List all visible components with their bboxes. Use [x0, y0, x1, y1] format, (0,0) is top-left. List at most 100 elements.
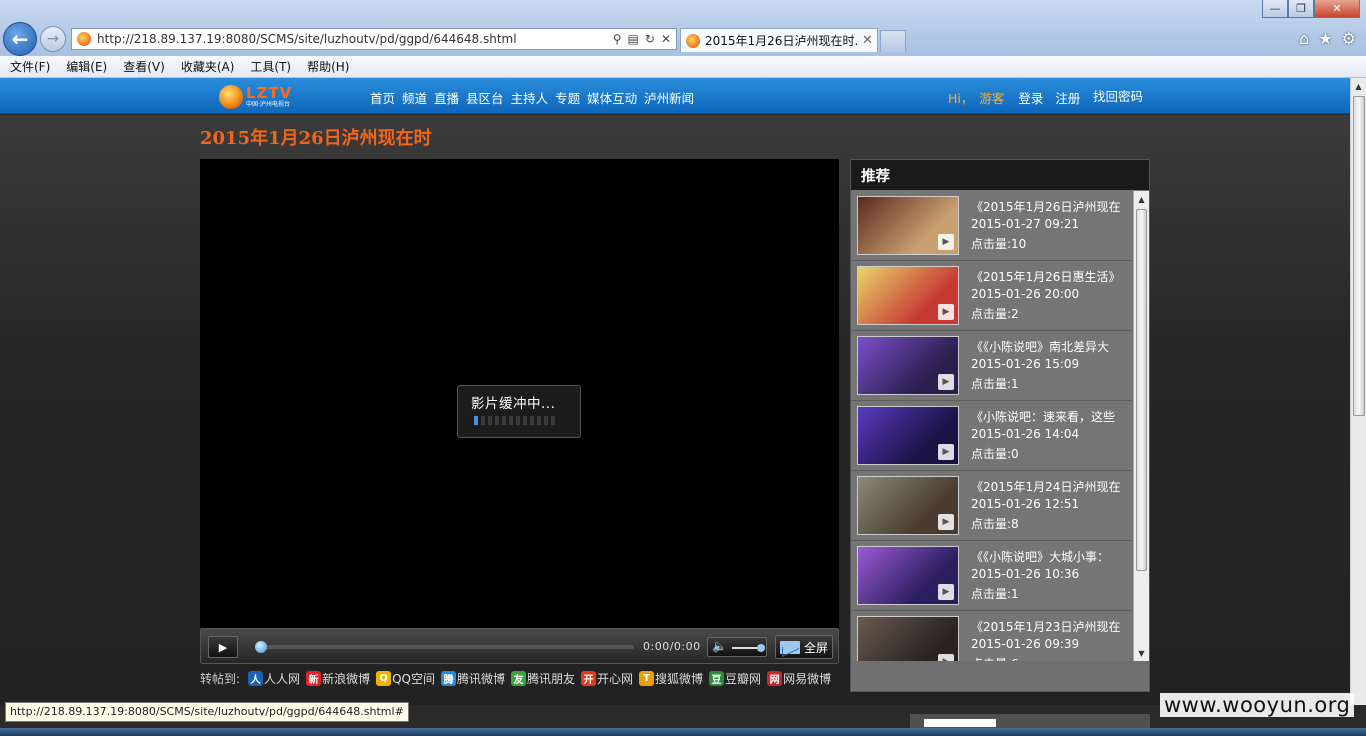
menu-edit[interactable]: 编辑(E) — [66, 58, 107, 75]
share-item[interactable]: 豆豆瓣网 — [709, 670, 761, 687]
scroll-thumb[interactable] — [1136, 209, 1147, 571]
progress-handle[interactable] — [255, 641, 267, 653]
video-thumbnail[interactable]: ▶ — [857, 406, 959, 465]
nav-topics[interactable]: 专题 — [555, 88, 580, 107]
menu-help[interactable]: 帮助(H) — [307, 58, 349, 75]
nav-hosts[interactable]: 主持人 — [511, 88, 549, 107]
menu-favorites[interactable]: 收藏夹(A) — [181, 58, 235, 75]
recommend-title[interactable]: 《小陈说吧：速来看，这些 — [971, 408, 1129, 425]
address-url[interactable]: http://218.89.137.19:8080/SCMS/site/luzh… — [97, 32, 613, 46]
recommend-title[interactable]: 《2015年1月24日泸州现在 — [971, 478, 1129, 495]
recommend-item[interactable]: ▶ 《《小陈说吧》大城小事： 2015-01-26 10:36 点击量:1 — [851, 541, 1132, 611]
scroll-up-arrow-icon[interactable]: ▲ — [1134, 191, 1149, 207]
share-item[interactable]: 友腾讯朋友 — [511, 670, 575, 687]
forward-button[interactable]: → — [40, 26, 66, 52]
share-icon: Q — [376, 670, 392, 686]
back-button[interactable]: ← — [3, 22, 37, 56]
menu-view[interactable]: 查看(V) — [123, 58, 165, 75]
video-thumbnail[interactable]: ▶ — [857, 546, 959, 605]
play-icon: ▶ — [938, 584, 954, 600]
video-thumbnail[interactable]: ▶ — [857, 336, 959, 395]
logo-ball-icon — [219, 84, 243, 109]
recommend-title[interactable]: 《《小陈说吧》南北差异大 — [971, 338, 1129, 355]
video-thumbnail[interactable]: ▶ — [857, 196, 959, 255]
watermark: www.wooyun.org — [1160, 693, 1355, 717]
tab-close-button[interactable]: ✕ — [858, 33, 877, 48]
address-bar[interactable]: http://218.89.137.19:8080/SCMS/site/luzh… — [71, 28, 677, 50]
share-item[interactable]: 新新浪微博 — [306, 670, 370, 687]
recommend-item[interactable]: ▶ 《2015年1月26日泸州现在 2015-01-27 09:21 点击量:10 — [851, 191, 1132, 261]
site-logo[interactable]: LZTV 中国·泸州电视台 — [219, 83, 305, 110]
compat-view-icon[interactable]: ▤ — [628, 32, 639, 46]
bottom-widget — [910, 714, 1150, 728]
recommend-item[interactable]: ▶ 《2015年1月23日泸州现在 2015-01-26 09:39 点击量:6 — [851, 611, 1132, 661]
video-thumbnail[interactable]: ▶ — [857, 616, 959, 661]
search-icon[interactable]: ⚲ — [613, 32, 622, 46]
site-header: LZTV 中国·泸州电视台 首页 频道 直播 县区台 主持人 专题 媒体互动 泸… — [0, 78, 1350, 114]
share-icon: 开 — [581, 670, 597, 686]
stop-icon[interactable]: ✕ — [661, 32, 671, 46]
tab-current[interactable]: 2015年1月26日泸州现在时... ✕ — [680, 28, 878, 52]
progress-bar[interactable] — [255, 641, 634, 653]
share-icon: 豆 — [709, 670, 725, 686]
refresh-icon[interactable]: ↻ — [645, 32, 655, 46]
recommend-title[interactable]: 《《小陈说吧》大城小事： — [971, 548, 1129, 565]
recommend-item[interactable]: ▶ 《2015年1月24日泸州现在 2015-01-26 12:51 点击量:8 — [851, 471, 1132, 541]
share-item[interactable]: 人人人网 — [248, 670, 300, 687]
home-icon[interactable]: ⌂ — [1299, 29, 1309, 48]
share-bar: 转帖到: 人人人网新新浪微博 Q QQ空间腾腾讯微博友腾讯朋友开开心网 T 搜狐微博豆豆… — [200, 669, 833, 687]
speaker-icon[interactable]: 🔈 — [712, 639, 727, 653]
video-player[interactable]: 影片缓冲中... — [200, 159, 839, 664]
recommend-title[interactable]: 《2015年1月26日惠生活》 — [971, 268, 1129, 285]
favorites-star-icon[interactable]: ★ — [1318, 29, 1332, 48]
player-controls: ▶ 0:00/0:00 🔈 全屏 — [200, 628, 839, 664]
nav-channel[interactable]: 频道 — [402, 88, 427, 107]
recommend-scrollbar[interactable]: ▲ ▼ — [1133, 191, 1149, 661]
video-thumbnail[interactable]: ▶ — [857, 476, 959, 535]
time-display: 0:00/0:00 — [643, 640, 701, 653]
play-icon: ▶ — [938, 374, 954, 390]
scroll-thumb[interactable] — [1353, 96, 1365, 416]
nav-live[interactable]: 直播 — [434, 88, 459, 107]
share-icon: 人 — [248, 670, 264, 686]
browser-scrollbar[interactable]: ▲ — [1350, 78, 1366, 705]
share-item[interactable]: Q QQ空间 — [376, 670, 435, 687]
minimize-button[interactable]: — — [1262, 0, 1288, 18]
new-tab-button[interactable] — [880, 30, 906, 52]
share-item[interactable]: 开开心网 — [581, 670, 633, 687]
nav-home[interactable]: 首页 — [370, 88, 395, 107]
share-item[interactable]: 网网易微博 — [767, 670, 831, 687]
share-icon: 网 — [767, 670, 783, 686]
volume-control[interactable]: 🔈 — [707, 637, 767, 657]
login-link[interactable]: 登录 — [1018, 88, 1043, 107]
tools-gear-icon[interactable]: ⚙ — [1342, 29, 1356, 48]
nav-county[interactable]: 县区台 — [466, 88, 504, 107]
forgot-password-link[interactable]: 找回密码 — [1093, 86, 1143, 105]
page-content: 2015年1月26日泸州现在时 影片缓冲中... ▶ 0:00/0:00 🔈 全… — [0, 115, 1350, 705]
recommend-item[interactable]: ▶ 《2015年1月26日惠生活》 2015-01-26 20:00 点击量:2 — [851, 261, 1132, 331]
volume-slider[interactable] — [732, 644, 765, 652]
maximize-button[interactable]: ❐ — [1288, 0, 1314, 18]
recommend-title[interactable]: 《2015年1月26日泸州现在 — [971, 198, 1129, 215]
menu-tools[interactable]: 工具(T) — [250, 58, 291, 75]
play-button[interactable]: ▶ — [208, 636, 238, 658]
register-link[interactable]: 注册 — [1055, 88, 1080, 107]
menu-file[interactable]: 文件(F) — [10, 58, 50, 75]
recommend-item[interactable]: ▶ 《小陈说吧：速来看，这些 2015-01-26 14:04 点击量:0 — [851, 401, 1132, 471]
scroll-up-arrow-icon[interactable]: ▲ — [1351, 78, 1366, 94]
fullscreen-button[interactable]: 全屏 — [775, 635, 833, 659]
recommend-hits: 点击量:10 — [971, 237, 1027, 251]
share-item[interactable]: T 搜狐微博 — [639, 670, 703, 687]
share-item-label: 网易微博 — [783, 671, 832, 686]
recommend-title[interactable]: 《2015年1月23日泸州现在 — [971, 618, 1129, 635]
tab-favicon-icon — [686, 33, 700, 48]
recommend-hits: 点击量:1 — [971, 587, 1019, 601]
recommend-item[interactable]: ▶ 《《小陈说吧》南北差异大 2015-01-26 15:09 点击量:1 — [851, 331, 1132, 401]
share-item[interactable]: 腾腾讯微博 — [440, 670, 505, 687]
close-window-button[interactable]: ✕ — [1314, 0, 1360, 18]
scroll-down-arrow-icon[interactable]: ▼ — [1134, 645, 1149, 661]
nav-interactive[interactable]: 媒体互动 — [587, 88, 637, 107]
video-thumbnail[interactable]: ▶ — [857, 266, 959, 325]
nav-news[interactable]: 泸州新闻 — [644, 88, 694, 107]
volume-handle[interactable] — [757, 644, 765, 652]
